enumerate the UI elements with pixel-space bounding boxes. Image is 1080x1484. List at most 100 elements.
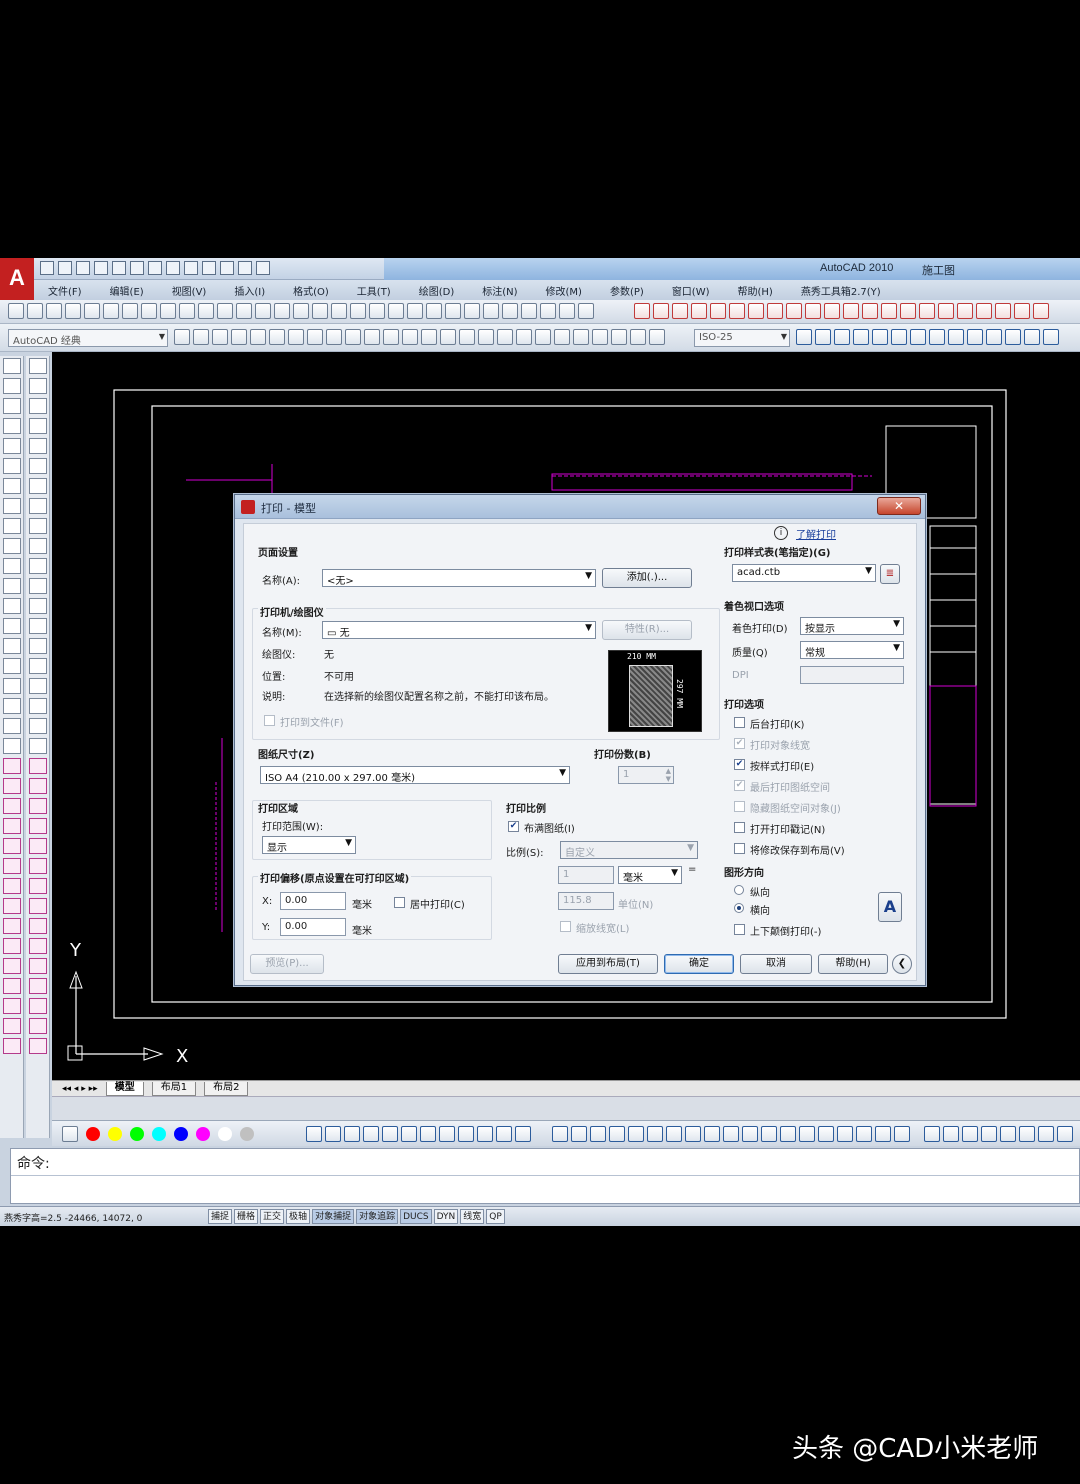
color-palette-icon[interactable] (62, 1126, 78, 1142)
draw-tool-icon[interactable] (3, 858, 21, 874)
draw-tool-icon[interactable] (3, 1018, 21, 1034)
scale-value1-input[interactable]: 1 (558, 866, 614, 884)
dimension-tool-icon[interactable] (630, 329, 646, 345)
horizontal-scrollbar[interactable] (52, 1096, 1080, 1120)
dimension-tool-icon[interactable] (573, 329, 589, 345)
close-button[interactable]: ✕ (877, 497, 921, 515)
new-icon[interactable] (40, 261, 54, 275)
modify-tool-icon[interactable] (29, 378, 47, 394)
yanxiu-tool-icon[interactable] (672, 303, 688, 319)
status-toggle-7[interactable]: DYN (433, 1209, 459, 1224)
draw-tool-icon[interactable] (3, 698, 21, 714)
object-tool-icon[interactable] (872, 329, 888, 345)
mech-tool-icon[interactable] (742, 1126, 758, 1142)
modify-tool-icon[interactable] (29, 758, 47, 774)
standard-tool-icon[interactable] (502, 303, 518, 319)
tab-layout1[interactable]: 布局1 (151, 1081, 197, 1096)
draw-tool-icon[interactable] (3, 478, 21, 494)
yanxiu-tool-icon[interactable] (843, 303, 859, 319)
dimension-tool-icon[interactable] (231, 329, 247, 345)
menu-item-0[interactable]: 文件(F) (34, 283, 96, 298)
modify-tool-icon[interactable] (29, 938, 47, 954)
plot-range-select[interactable]: 显示 ▼ (262, 836, 356, 854)
modify-tool-icon[interactable] (29, 398, 47, 414)
line-tool-icon[interactable] (401, 1126, 417, 1142)
draw-tool-icon[interactable] (3, 1038, 21, 1054)
util-tool-icon[interactable] (943, 1126, 959, 1142)
spinner-icon[interactable]: ▲ ▼ (666, 767, 671, 783)
draw-tool-icon[interactable] (3, 398, 21, 414)
yanxiu-tool-icon[interactable] (881, 303, 897, 319)
autocad-logo-icon[interactable]: A (0, 258, 34, 302)
yanxiu-tool-icon[interactable] (919, 303, 935, 319)
standard-tool-icon[interactable] (122, 303, 138, 319)
add-button[interactable]: 添加(.)... (602, 568, 692, 588)
draw-tool-icon[interactable] (3, 978, 21, 994)
dimstyle-select[interactable]: ISO-25 ▼ (694, 329, 790, 347)
standard-tool-icon[interactable] (65, 303, 81, 319)
dpi-input[interactable] (800, 666, 904, 684)
object-tool-icon[interactable] (796, 329, 812, 345)
draw-tool-icon[interactable] (3, 378, 21, 394)
modify-tool-icon[interactable] (29, 578, 47, 594)
modify-tool-icon[interactable] (29, 618, 47, 634)
standard-tool-icon[interactable] (179, 303, 195, 319)
plot-option-checkbox[interactable] (734, 717, 745, 728)
portrait-radio[interactable] (734, 885, 744, 895)
plot-option-checkbox[interactable] (734, 822, 745, 833)
yanxiu-tool-icon[interactable] (1033, 303, 1049, 319)
menu-item-12[interactable]: 燕秀工具箱2.7(Y) (787, 283, 895, 298)
properties-icon[interactable] (184, 261, 198, 275)
modify-tool-icon[interactable] (29, 858, 47, 874)
modify-tool-icon[interactable] (29, 918, 47, 934)
move-icon[interactable] (256, 261, 270, 275)
scale-unit-select[interactable]: 毫米 ▼ (618, 866, 682, 884)
color-swatch-blue[interactable] (174, 1127, 188, 1141)
yanxiu-tool-icon[interactable] (1014, 303, 1030, 319)
draw-tool-icon[interactable] (3, 998, 21, 1014)
standard-tool-icon[interactable] (407, 303, 423, 319)
plot-option-checkbox[interactable]: ✔ (734, 738, 745, 749)
dimension-tool-icon[interactable] (269, 329, 285, 345)
object-tool-icon[interactable] (929, 329, 945, 345)
draw-tool-icon[interactable] (3, 958, 21, 974)
modify-tool-icon[interactable] (29, 498, 47, 514)
scale-lineweights-checkbox[interactable] (560, 921, 571, 932)
plot-option-checkbox[interactable] (734, 843, 745, 854)
status-toggle-4[interactable]: 对象捕捉 (312, 1209, 355, 1224)
standard-tool-icon[interactable] (198, 303, 214, 319)
yanxiu-tool-icon[interactable] (653, 303, 669, 319)
object-tool-icon[interactable] (815, 329, 831, 345)
dimension-tool-icon[interactable] (345, 329, 361, 345)
standard-tool-icon[interactable] (141, 303, 157, 319)
yanxiu-tool-icon[interactable] (729, 303, 745, 319)
mech-tool-icon[interactable] (761, 1126, 777, 1142)
modify-tool-icon[interactable] (29, 878, 47, 894)
line-tool-icon[interactable] (382, 1126, 398, 1142)
mech-tool-icon[interactable] (628, 1126, 644, 1142)
preview-icon[interactable] (148, 261, 162, 275)
status-toggle-8[interactable]: 线宽 (460, 1209, 485, 1224)
modify-tool-icon[interactable] (29, 638, 47, 654)
modify-tool-icon[interactable] (29, 1018, 47, 1034)
util-tool-icon[interactable] (924, 1126, 940, 1142)
modify-tool-icon[interactable] (29, 838, 47, 854)
standard-tool-icon[interactable] (8, 303, 24, 319)
ok-button[interactable]: 确定 (664, 954, 734, 974)
line-tool-icon[interactable] (420, 1126, 436, 1142)
modify-tool-icon[interactable] (29, 518, 47, 534)
plot-option-checkbox[interactable]: ✔ (734, 780, 745, 791)
draw-tool-icon[interactable] (3, 498, 21, 514)
landscape-radio[interactable] (734, 903, 744, 913)
standard-tool-icon[interactable] (331, 303, 347, 319)
mech-tool-icon[interactable] (780, 1126, 796, 1142)
fit-to-paper-checkbox[interactable]: ✔ (508, 821, 519, 832)
offset-y-input[interactable]: 0.00 (280, 918, 346, 936)
plot-icon[interactable] (130, 261, 144, 275)
line-tool-icon[interactable] (458, 1126, 474, 1142)
standard-tool-icon[interactable] (236, 303, 252, 319)
color-swatch-yellow[interactable] (108, 1127, 122, 1141)
save-icon[interactable] (76, 261, 90, 275)
object-tool-icon[interactable] (967, 329, 983, 345)
yanxiu-tool-icon[interactable] (786, 303, 802, 319)
